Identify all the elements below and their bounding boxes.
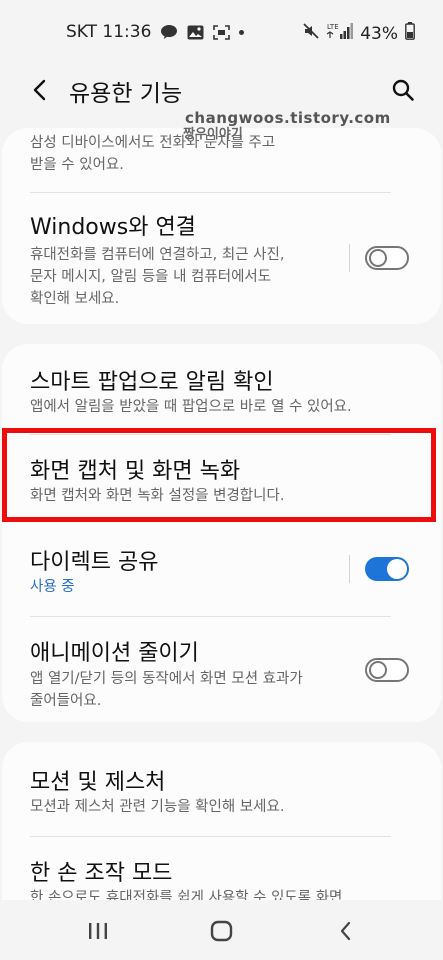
back-icon <box>340 921 351 941</box>
battery-percent: 43% <box>360 23 398 44</box>
screen: SKT 11:36 LTE 43% 유용한 기능 삼성 디바이스에서도 전화와 … <box>0 0 443 960</box>
windows-link-desc-line1: 휴대전화를 컴퓨터에 연결하고, 최근 사진, <box>30 247 285 263</box>
prev-item-desc-line2: 받을 수 있어요. <box>30 157 124 173</box>
svg-text:LTE: LTE <box>327 23 339 31</box>
smart-popup-title: 스마트 팝업으로 알림 확인 <box>30 370 274 395</box>
more-notifications-dot <box>239 29 245 35</box>
highlight-box <box>2 428 436 522</box>
mute-icon <box>302 22 320 45</box>
lte-signal-icon: LTE <box>326 22 354 45</box>
page-title: 유용한 기능 <box>69 81 183 107</box>
recent-apps-icon <box>89 923 107 939</box>
recent-apps-button[interactable] <box>83 918 113 944</box>
status-bar: SKT 11:36 LTE 43% <box>0 0 443 66</box>
motions-gestures-desc: 모션과 제스처 관련 기능을 확인해 보세요. <box>30 799 285 815</box>
status-left: SKT 11:36 <box>66 22 245 42</box>
status-right: LTE 43% <box>302 22 415 45</box>
nav-back-button[interactable] <box>331 918 361 944</box>
toggle-separator <box>349 555 350 583</box>
windows-link-desc-line3: 확인해 보세요. <box>30 291 120 307</box>
home-button[interactable] <box>207 918 237 944</box>
list-item-reduce-animations[interactable]: 애니메이션 줄이기 앱 열기/닫기 등의 동작에서 화면 모션 효과가 줄어들어… <box>2 617 441 722</box>
battery-icon <box>405 22 415 45</box>
search-button[interactable] <box>389 76 417 104</box>
list-item-direct-share[interactable]: 다이렉트 공유 사용 중 <box>2 526 441 618</box>
toggle-separator <box>349 244 350 272</box>
settings-card-1: 삼성 디바이스에서도 전화와 문자를 주고 받을 수 있어요. Windows와… <box>2 128 441 324</box>
back-arrow-icon <box>33 79 46 101</box>
screenshot-notification-icon <box>213 24 231 40</box>
list-item-motions-gestures[interactable]: 모션 및 제스처 모션과 제스처 관련 기능을 확인해 보세요. <box>2 742 441 836</box>
gallery-notification-icon <box>187 25 204 40</box>
direct-share-toggle[interactable] <box>365 557 409 581</box>
list-item-windows-link[interactable]: Windows와 연결 휴대전화를 컴퓨터에 연결하고, 최근 사진, 문자 메… <box>2 193 441 324</box>
list-item-smart-popup[interactable]: 스마트 팝업으로 알림 확인 앱에서 알림을 받았을 때 팝업으로 바로 열 수… <box>2 344 441 434</box>
smart-popup-desc: 앱에서 알림을 받았을 때 팝업으로 바로 열 수 있어요. <box>30 399 352 415</box>
settings-card-2: 스마트 팝업으로 알림 확인 앱에서 알림을 받았을 때 팝업으로 바로 열 수… <box>2 344 441 722</box>
direct-share-status: 사용 중 <box>30 579 75 595</box>
carrier-time: SKT 11:36 <box>66 22 152 42</box>
home-icon <box>210 920 233 942</box>
windows-link-toggle[interactable] <box>365 246 409 270</box>
windows-link-title: Windows와 연결 <box>30 215 196 240</box>
reduce-animations-toggle[interactable] <box>365 658 409 682</box>
one-handed-mode-title: 한 손 조작 모드 <box>30 861 173 886</box>
reduce-animations-title: 애니메이션 줄이기 <box>30 641 199 666</box>
talk-notification-icon <box>160 24 178 40</box>
back-button[interactable] <box>26 76 54 104</box>
motions-gestures-title: 모션 및 제스처 <box>30 770 166 795</box>
windows-link-desc-line2: 문자 메시지, 알림 등을 내 컴퓨터에서도 <box>30 269 272 285</box>
direct-share-title: 다이렉트 공유 <box>30 550 159 575</box>
reduce-animations-desc-line2: 줄어들어요. <box>30 693 102 709</box>
watermark-name: 짱우이야기 <box>183 127 243 142</box>
search-icon <box>392 79 414 101</box>
reduce-animations-desc-line1: 앱 열기/닫기 등의 동작에서 화면 모션 효과가 <box>30 671 303 687</box>
navigation-bar <box>0 900 443 960</box>
